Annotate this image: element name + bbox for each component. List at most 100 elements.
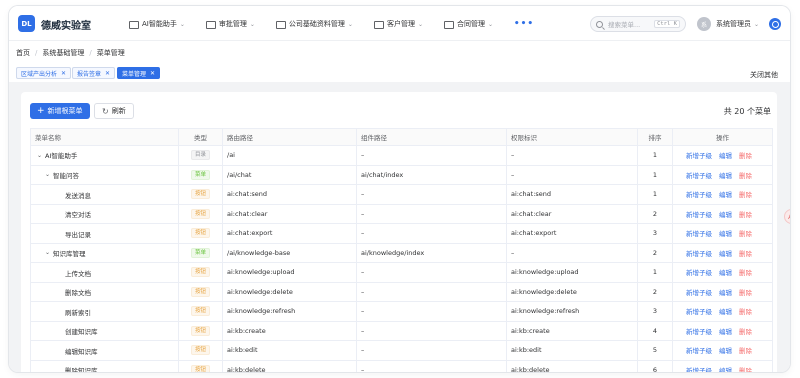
add-child-button[interactable]: 新增子级 <box>686 289 712 297</box>
search-placeholder: 搜索菜单... <box>608 21 641 29</box>
cell-actions: 新增子级 编辑 删除 <box>672 203 773 224</box>
edit-button[interactable]: 编辑 <box>719 347 732 355</box>
tab-menu-management[interactable]: 菜单管理 ✕ <box>117 67 161 79</box>
close-icon[interactable]: ✕ <box>61 70 66 77</box>
tab-label: 菜单管理 <box>122 70 147 78</box>
delete-button[interactable]: 删除 <box>739 172 752 180</box>
edit-button[interactable]: 编辑 <box>719 308 732 316</box>
cell-permission: – <box>506 145 638 166</box>
tree-node: 编辑知识库 <box>35 346 98 356</box>
settings-icon[interactable] <box>769 18 781 30</box>
breadcrumb: 首页 / 系统基础管理 / 菜单管理 <box>16 47 125 59</box>
delete-button[interactable]: 删除 <box>739 328 752 336</box>
tree-node: ⌄ AI智能助手 <box>35 150 77 161</box>
cell-sort: 1 <box>637 184 673 205</box>
tree-node: 删除知识库 <box>35 365 98 372</box>
tab-report-seal[interactable]: 报告签章 ✕ <box>72 67 116 79</box>
user-menu[interactable]: 系 系统管理员 ⌄ <box>697 16 759 32</box>
breadcrumb-system[interactable]: 系统基础管理 <box>42 48 84 58</box>
chevron-down-icon[interactable]: ⌄ <box>45 171 52 178</box>
add-child-button[interactable]: 新增子级 <box>686 269 712 277</box>
table-row: ⌄ 知识库管理 菜单/ai/knowledge-base ai/knowledge/i… <box>30 242 773 263</box>
add-child-button[interactable]: 新增子级 <box>686 230 712 238</box>
cell-route-path: ai:chat:export <box>222 223 357 244</box>
menu-name: 删除知识库 <box>65 367 98 372</box>
cell-menu-name: 编辑知识库 <box>30 340 179 361</box>
close-icon[interactable]: ✕ <box>150 70 155 77</box>
menu-name: 删除文档 <box>65 289 91 298</box>
button-label: 刷新 <box>111 107 126 115</box>
delete-button[interactable]: 删除 <box>739 250 752 258</box>
delete-button[interactable]: 删除 <box>739 230 752 238</box>
nav-company-data[interactable]: 公司基础资料管理 ⌄ <box>275 16 353 32</box>
delete-button[interactable]: 删除 <box>739 269 752 277</box>
edit-button[interactable]: 编辑 <box>719 328 732 336</box>
add-child-button[interactable]: 新增子级 <box>686 191 712 199</box>
nav-customer[interactable]: 客户管理 ⌄ <box>373 16 423 32</box>
cell-menu-name: 清空对话 <box>30 203 179 224</box>
add-child-button[interactable]: 新增子级 <box>686 347 712 355</box>
nav-approval[interactable]: 审批管理 ⌄ <box>205 16 255 32</box>
menu-search-input[interactable]: 搜索菜单... Ctrl K <box>590 16 686 32</box>
add-child-button[interactable]: 新增子级 <box>686 308 712 316</box>
nav-ai-assistant[interactable]: AI智能助手 ⌄ <box>129 16 185 32</box>
delete-button[interactable]: 删除 <box>739 367 752 372</box>
table-row: ⌄ AI智能助手 目录/ai – –1 新增子级 编辑 删除 <box>30 145 773 166</box>
add-child-button[interactable]: 新增子级 <box>686 152 712 160</box>
add-child-button[interactable]: 新增子级 <box>686 367 712 372</box>
chevron-down-icon: ⌄ <box>249 20 255 28</box>
type-badge: 菜单 <box>190 247 210 258</box>
edit-button[interactable]: 编辑 <box>719 250 732 258</box>
add-child-button[interactable]: 新增子级 <box>686 211 712 219</box>
close-others-button[interactable]: 关闭其他 <box>750 70 778 80</box>
edit-button[interactable]: 编辑 <box>719 367 732 372</box>
tree-node: 创建知识库 <box>35 326 98 336</box>
delete-button[interactable]: 删除 <box>739 211 752 219</box>
breadcrumb-home[interactable]: 首页 <box>16 48 30 58</box>
cell-actions: 新增子级 编辑 删除 <box>672 184 773 205</box>
menu-name: 知识库管理 <box>53 249 86 258</box>
cell-permission: – <box>506 164 638 185</box>
chevron-down-icon[interactable]: ⌄ <box>37 152 44 159</box>
cell-menu-name: 发送消息 <box>30 184 179 205</box>
header-type: 类型 <box>178 128 223 146</box>
close-icon[interactable]: ✕ <box>105 70 110 77</box>
refresh-button[interactable]: ↻ 刷新 <box>94 103 134 119</box>
delete-button[interactable]: 删除 <box>739 289 752 297</box>
table-row: 删除知识库 按钮 ai:kb:delete – ai:kb:delete 6 新增子级 编辑删… <box>30 359 773 372</box>
add-child-button[interactable]: 新增子级 <box>686 172 712 180</box>
delete-button[interactable]: 删除 <box>739 308 752 316</box>
app-logo[interactable]: DL <box>18 15 35 32</box>
menu-name: 刷新索引 <box>65 308 91 317</box>
add-child-button[interactable]: 新增子级 <box>686 250 712 258</box>
delete-button[interactable]: 删除 <box>739 191 752 199</box>
add-child-button[interactable]: 新增子级 <box>686 328 712 336</box>
delete-button[interactable]: 删除 <box>739 152 752 160</box>
nav-contract[interactable]: 合同管理 ⌄ <box>443 16 493 32</box>
edit-button[interactable]: 编辑 <box>719 269 732 277</box>
add-root-menu-button[interactable]: + 新增根菜单 <box>30 103 90 119</box>
edit-button[interactable]: 编辑 <box>719 289 732 297</box>
cell-type: 按钮 <box>178 359 223 372</box>
cell-permission: ai:kb:edit <box>506 340 638 361</box>
chevron-down-icon[interactable]: ⌄ <box>45 249 52 256</box>
tree-node: 导出记录 <box>35 229 91 239</box>
edit-button[interactable]: 编辑 <box>719 211 732 219</box>
edit-button[interactable]: 编辑 <box>719 230 732 238</box>
edit-button[interactable]: 编辑 <box>719 172 732 180</box>
edit-button[interactable]: 编辑 <box>719 191 732 199</box>
breadcrumb-current: 菜单管理 <box>96 49 125 57</box>
menu-card: + 新增根菜单 ↻ 刷新 共 20 个菜单 菜单名称 类型 路由路径 组件路径 <box>21 92 777 372</box>
cell-permission: – <box>506 242 638 263</box>
type-badge: 按钮 <box>190 325 210 336</box>
shortcut-hint: Ctrl K <box>654 20 680 28</box>
edit-button[interactable]: 编辑 <box>719 152 732 160</box>
delete-button[interactable]: 删除 <box>739 347 752 355</box>
tab-region-output[interactable]: 区域产出分析 ✕ <box>16 67 72 79</box>
menu-name: 导出记录 <box>65 230 91 239</box>
cell-permission: ai:knowledge:upload <box>506 262 638 283</box>
cell-route-path: ai:chat:clear <box>222 203 357 224</box>
nav-more-button[interactable]: ••• <box>514 16 534 32</box>
type-badge: 按钮 <box>190 189 210 200</box>
cell-type: 目录 <box>178 145 223 166</box>
